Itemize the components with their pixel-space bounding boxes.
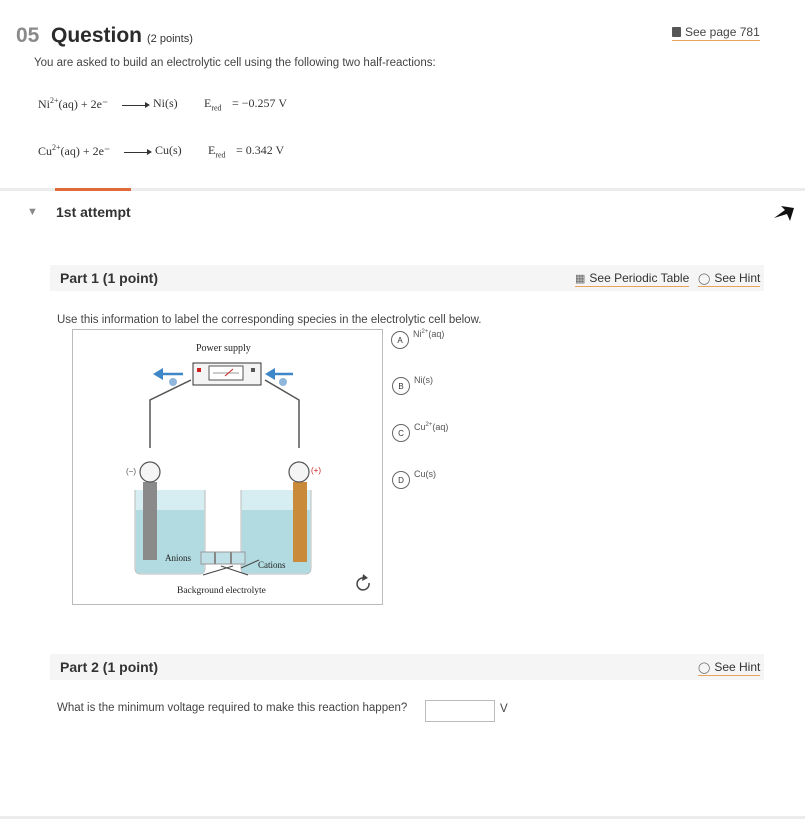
reaction-2-product: Cu(s)	[155, 143, 182, 157]
part-2-question: What is the minimum voltage required to …	[57, 702, 408, 714]
electrolyte-label: Background electrolyte	[177, 586, 266, 596]
book-icon	[672, 27, 681, 37]
option-a-label: Ni2+(aq)	[413, 329, 445, 339]
part-1-hint-link[interactable]: ◯ See Hint	[698, 271, 761, 287]
reaction-2-potential-value: = 0.342 V	[236, 143, 285, 157]
question-intro: You are asked to build an electrolytic c…	[34, 57, 436, 69]
electrolytic-cell-diagram	[134, 362, 370, 591]
option-b-letter: B	[392, 377, 410, 395]
part-2-hint-link[interactable]: ◯ See Hint	[698, 660, 761, 676]
electrolytic-cell-figure: Power supply (−) (+) Anions Cations Back…	[72, 329, 383, 605]
see-page-link[interactable]: See page 781	[672, 25, 760, 41]
attempt-tab-indicator	[55, 188, 131, 191]
reaction-2-potential-label: Ered	[208, 143, 226, 160]
question-number: 05	[16, 24, 40, 47]
see-page-label: See page 781	[685, 25, 760, 39]
attempt-label[interactable]: 1st attempt	[56, 204, 131, 220]
option-b-label: Ni(s)	[414, 375, 433, 385]
reaction-1-product: Ni(s)	[153, 96, 178, 110]
option-d-label: Cu(s)	[414, 469, 436, 479]
reaction-1-arrowhead	[145, 102, 150, 108]
bottom-divider	[0, 816, 805, 819]
cations-label: Cations	[258, 560, 286, 570]
option-b[interactable]: B Ni(s)	[392, 375, 433, 395]
part-2-title: Part 2 (1 point)	[60, 659, 159, 675]
positive-terminal-label: (+)	[311, 466, 321, 475]
part-1-title: Part 1 (1 point)	[60, 270, 159, 286]
part-1-instruction: Use this information to label the corres…	[57, 314, 482, 326]
lightbulb-icon: ◯	[698, 273, 711, 285]
power-supply-label: Power supply	[196, 343, 251, 354]
reaction-2-lhs: Cu2+(aq) + 2e⁻	[38, 143, 111, 158]
chevron-down-icon[interactable]: ▼	[27, 206, 38, 218]
reaction-1-potential-value: = −0.257 V	[232, 96, 287, 110]
reset-figure-button[interactable]	[355, 574, 373, 592]
voltage-answer-input[interactable]	[425, 700, 495, 722]
option-c-letter: C	[392, 424, 410, 442]
question-points: (2 points)	[147, 33, 193, 45]
cursor-pointer-icon	[774, 206, 794, 221]
see-periodic-table-link[interactable]: ▦ See Periodic Table	[575, 271, 690, 287]
option-a[interactable]: A Ni2+(aq)	[391, 329, 445, 349]
reaction-1-lhs: Ni2+(aq) + 2e⁻	[38, 96, 109, 111]
reaction-1-potential-label: Ered	[204, 96, 222, 113]
reaction-2-arrowhead	[147, 149, 152, 155]
option-a-letter: A	[391, 331, 409, 349]
voltage-unit: V	[500, 703, 508, 715]
anions-label: Anions	[165, 553, 192, 563]
periodic-table-icon: ▦	[575, 273, 586, 285]
question-title: Question	[51, 24, 143, 47]
negative-terminal-label: (−)	[126, 467, 136, 476]
lightbulb-icon: ◯	[698, 662, 711, 674]
option-c-label: Cu2+(aq)	[414, 422, 449, 432]
option-d[interactable]: D Cu(s)	[392, 469, 436, 489]
option-d-letter: D	[392, 471, 410, 489]
option-c[interactable]: C Cu2+(aq)	[392, 422, 449, 442]
